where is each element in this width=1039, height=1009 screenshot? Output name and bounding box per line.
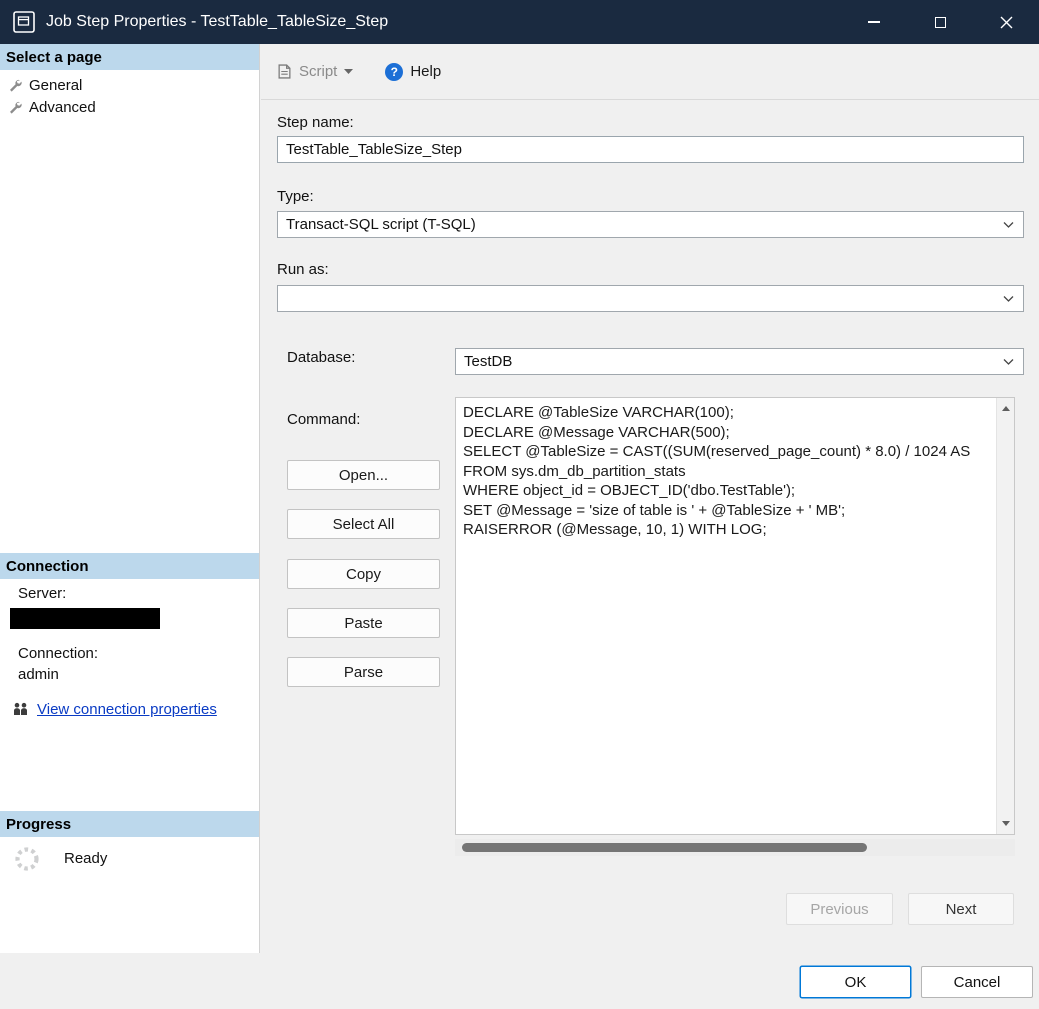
progress-header: Progress <box>0 811 259 837</box>
run-as-label: Run as: <box>277 261 329 278</box>
connection-header: Connection <box>0 553 259 579</box>
ok-button[interactable]: OK <box>800 966 911 998</box>
wrench-icon <box>10 79 22 92</box>
help-icon: ? <box>385 62 404 81</box>
parse-button[interactable]: Parse <box>287 657 440 687</box>
scroll-down-arrow-icon[interactable] <box>997 815 1014 832</box>
progress-status: Ready <box>64 850 108 867</box>
server-label: Server: <box>18 585 67 602</box>
script-icon <box>278 64 291 79</box>
maximize-icon <box>934 16 946 28</box>
sidebar-item-advanced[interactable]: Advanced <box>8 96 96 118</box>
help-button[interactable]: ? Help <box>378 58 448 86</box>
sidebar-item-general[interactable]: General <box>8 74 82 96</box>
database-label: Database: <box>287 349 356 366</box>
command-editor[interactable]: DECLARE @TableSize VARCHAR(100); DECLARE… <box>455 397 1015 835</box>
chevron-down-icon <box>1003 221 1014 228</box>
database-select-value: TestDB <box>464 353 513 370</box>
connection-value: admin <box>18 666 59 683</box>
type-label: Type: <box>277 188 314 205</box>
script-button[interactable]: Script <box>270 58 360 85</box>
ok-button-label: OK <box>844 973 867 991</box>
cancel-button-label: Cancel <box>953 973 1001 991</box>
view-connection-properties-label: View connection properties <box>37 701 217 718</box>
chevron-down-icon <box>1003 295 1014 302</box>
close-button[interactable] <box>973 0 1039 44</box>
help-button-label: Help <box>410 63 442 80</box>
next-button-label: Next <box>945 900 977 918</box>
scroll-up-arrow-icon[interactable] <box>997 400 1014 417</box>
open-button[interactable]: Open... <box>287 460 440 490</box>
horizontal-scrollbar-thumb[interactable] <box>462 843 867 852</box>
open-button-label: Open... <box>338 466 389 484</box>
job-step-properties-dialog: Job Step Properties - TestTable_TableSiz… <box>0 0 1039 1009</box>
maximize-button[interactable] <box>907 0 973 44</box>
command-label: Command: <box>287 411 361 428</box>
connection-properties-icon <box>14 702 27 715</box>
chevron-down-icon <box>344 69 354 74</box>
script-button-label: Script <box>299 63 338 80</box>
select-all-button[interactable]: Select All <box>287 509 440 539</box>
previous-button-label: Previous <box>810 900 869 918</box>
paste-button[interactable]: Paste <box>287 608 440 638</box>
copy-button-label: Copy <box>345 565 382 583</box>
select-all-button-label: Select All <box>332 515 395 533</box>
minimize-button[interactable] <box>841 0 907 44</box>
progress-spinner-icon <box>13 845 41 878</box>
cancel-button[interactable]: Cancel <box>921 966 1033 998</box>
window-title: Job Step Properties - TestTable_TableSiz… <box>46 13 389 30</box>
connection-label: Connection: <box>18 645 99 662</box>
parse-button-label: Parse <box>343 663 384 681</box>
type-select-value: Transact-SQL script (T-SQL) <box>286 216 476 233</box>
previous-button[interactable]: Previous <box>786 893 893 925</box>
type-select[interactable]: Transact-SQL script (T-SQL) <box>277 211 1024 238</box>
dialog-toolbar: Script ? Help <box>261 44 1039 100</box>
window-icon <box>13 11 35 33</box>
wrench-icon <box>10 101 22 114</box>
command-text: DECLARE @TableSize VARCHAR(100); DECLARE… <box>463 404 971 538</box>
select-a-page-header: Select a page <box>0 44 259 70</box>
view-connection-properties-link[interactable]: View connection properties <box>12 701 217 718</box>
next-button[interactable]: Next <box>908 893 1014 925</box>
sidebar: Select a page General Advanced Connectio… <box>0 44 260 953</box>
minimize-icon <box>868 21 880 23</box>
titlebar: Job Step Properties - TestTable_TableSiz… <box>0 0 1039 44</box>
window-controls <box>841 0 1039 44</box>
paste-button-label: Paste <box>344 614 383 632</box>
horizontal-scrollbar[interactable] <box>455 839 1015 856</box>
step-name-input[interactable] <box>277 136 1024 163</box>
sidebar-item-label: Advanced <box>29 98 96 116</box>
database-select[interactable]: TestDB <box>455 348 1024 375</box>
sidebar-item-label: General <box>29 76 83 94</box>
run-as-select[interactable] <box>277 285 1024 312</box>
chevron-down-icon <box>1003 358 1014 365</box>
copy-button[interactable]: Copy <box>287 559 440 589</box>
vertical-scrollbar[interactable] <box>996 398 1014 834</box>
server-value-redacted <box>10 608 160 629</box>
step-name-label: Step name: <box>277 114 354 131</box>
close-icon <box>1000 16 1012 28</box>
